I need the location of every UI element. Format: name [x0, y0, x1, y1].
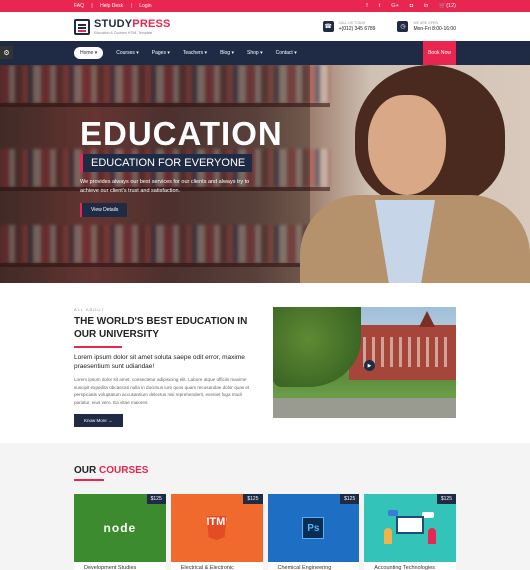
linkedin-icon[interactable]: in	[424, 3, 428, 9]
course-thumbnail: node $125	[74, 494, 166, 562]
nav-teachers-label: Teachers	[182, 50, 204, 56]
facebook-icon[interactable]: f	[366, 3, 368, 9]
course-thumbnail: HTML 5 $125	[170, 494, 263, 562]
brand-name: STUDYPRESS	[94, 17, 171, 30]
about-body: Lorem ipsum dolor sit amet, consectetur …	[74, 377, 250, 405]
faq-link[interactable]: FAQ	[74, 3, 84, 9]
nav-home[interactable]: Home ▾	[74, 47, 104, 59]
open-value: Mon-Fri 8:00-16:00	[413, 26, 456, 32]
about-title: THE WORLD'S BEST EDUCATION IN OUR UNIVER…	[74, 316, 248, 340]
hours-info: ◷ WE ARE OPEN Mon-Fri 8:00-16:00	[397, 21, 456, 32]
help-desk-link[interactable]: Help Desk	[100, 3, 123, 9]
courses-title-part2: COURSES	[99, 465, 149, 476]
cart-count: (12)	[446, 3, 456, 9]
courses-title: OUR COURSES	[74, 465, 456, 476]
nav-teachers[interactable]: Teachers ▾	[183, 50, 207, 56]
campus-video[interactable]: ▶	[273, 307, 456, 418]
courses-title-part1: OUR	[74, 465, 97, 476]
top-links: FAQ | Help Desk | Login	[74, 3, 158, 9]
call-info: ☎ CALL US TODAY +(012) 345 6789	[322, 21, 376, 32]
about-divider	[74, 346, 122, 348]
course-thumbnail: $125	[364, 494, 456, 562]
instagram-icon[interactable]: ◘	[410, 3, 413, 9]
open-label: WE ARE OPEN	[413, 21, 438, 25]
nav-courses[interactable]: Courses ▾	[116, 50, 139, 56]
nav-home-label: Home	[80, 50, 94, 56]
logo[interactable]: STUDYPRESS Education & Courses HTML Temp…	[74, 17, 171, 35]
book-now-button[interactable]: Book Now	[423, 41, 456, 65]
course-thumbnail: Ps $125	[267, 494, 360, 562]
header-contacts: ☎ CALL US TODAY +(012) 345 6789 ◷ WE ARE…	[322, 21, 456, 32]
course-name[interactable]: Development Studies	[74, 562, 166, 570]
nav-courses-label: Courses	[116, 50, 135, 56]
view-details-button[interactable]: View Details	[80, 203, 128, 217]
course-card[interactable]: Ps $125 Chemical Engineering	[267, 494, 360, 570]
student-face	[368, 95, 446, 195]
accounting-illustration	[382, 510, 438, 546]
know-more-button[interactable]: Know More →	[74, 414, 123, 427]
nav-contact-label: Contact	[275, 50, 293, 56]
course-cards: node $125 Development Studies HTML 5 $12…	[74, 494, 456, 570]
hero-banner: EDUCATION EDUCATION FOR EVERYONE We prov…	[0, 65, 530, 283]
nav-shop-label: Shop	[247, 50, 259, 56]
campus-path	[273, 398, 456, 418]
google-plus-icon[interactable]: G+	[391, 3, 399, 9]
hero-description: We provides always our best services for…	[80, 179, 250, 194]
about-label: ALL ABOUT	[74, 307, 105, 312]
nav-blog-label: Blog	[220, 50, 231, 56]
settings-panel-icon[interactable]: ⚙	[0, 46, 13, 59]
play-icon[interactable]: ▶	[364, 360, 376, 371]
nav-blog[interactable]: Blog ▾	[220, 50, 234, 56]
about-lead: Lorem ipsum dolor sit amet soluta saepe …	[74, 354, 245, 370]
course-card[interactable]: HTML 5 $125 Electrical & Electronic	[170, 494, 263, 570]
course-price: $125	[146, 494, 166, 504]
course-price: $125	[436, 494, 456, 504]
brand-part1: STUDY	[94, 17, 133, 30]
about-section: ALL ABOUT THE WORLD'S BEST EDUCATION IN …	[0, 283, 530, 443]
phone-icon: ☎	[322, 21, 334, 32]
course-card[interactable]: node $125 Development Studies	[74, 494, 166, 570]
course-name[interactable]: Accounting Technologies	[364, 562, 456, 570]
campus-tree	[273, 307, 362, 387]
brand-part2: PRESS	[132, 17, 171, 30]
site-header: STUDYPRESS Education & Courses HTML Temp…	[0, 12, 530, 41]
nav-pages[interactable]: Pages ▾	[152, 50, 170, 56]
courses-section: OUR COURSES node $125 Development Studie…	[0, 443, 530, 570]
clock-icon: ◷	[397, 21, 409, 32]
nav-pages-label: Pages	[151, 50, 166, 56]
main-nav: ⚙ Home ▾ Courses ▾ Pages ▾ Teachers ▾ Bl…	[0, 41, 530, 65]
courses-divider	[74, 479, 104, 481]
course-price: $125	[340, 494, 360, 504]
hero-subtitle: EDUCATION FOR EVERYONE	[80, 154, 253, 172]
top-separator: |	[91, 3, 93, 9]
social-links: f t G+ ◘ in 🛒(12)	[366, 3, 456, 9]
cart-link[interactable]: 🛒(12)	[439, 3, 456, 9]
login-link[interactable]: Login	[139, 3, 151, 9]
top-separator: |	[130, 3, 132, 9]
call-value: +(012) 345 6789	[338, 26, 376, 32]
course-name[interactable]: Electrical & Electronic	[171, 562, 263, 570]
course-price: $125	[243, 494, 263, 504]
top-bar: FAQ | Help Desk | Login f t G+ ◘ in 🛒(12…	[0, 0, 530, 12]
book-logo-icon	[74, 18, 90, 35]
nav-shop[interactable]: Shop ▾	[247, 50, 263, 56]
twitter-icon[interactable]: t	[379, 3, 381, 9]
about-text: ALL ABOUT THE WORLD'S BEST EDUCATION IN …	[74, 307, 253, 443]
html5-logo: HTML 5	[201, 516, 232, 540]
course-card[interactable]: $125 Accounting Technologies	[364, 494, 456, 570]
nav-contact[interactable]: Contact ▾	[276, 50, 297, 56]
hero-content: EDUCATION EDUCATION FOR EVERYONE We prov…	[80, 117, 283, 217]
brand-tagline: Education & Courses HTML Template	[94, 30, 153, 35]
hero-title: EDUCATION	[80, 115, 283, 152]
call-label: CALL US TODAY	[338, 21, 366, 25]
course-name[interactable]: Chemical Engineering	[268, 562, 360, 570]
nodejs-logo: node	[103, 521, 137, 535]
photoshop-logo: Ps	[302, 517, 325, 539]
